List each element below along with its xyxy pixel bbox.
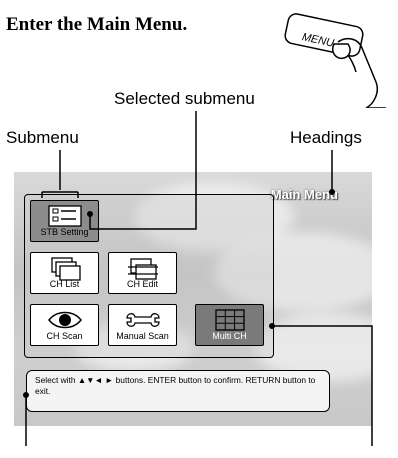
- callout-leader-lines: [23, 111, 373, 446]
